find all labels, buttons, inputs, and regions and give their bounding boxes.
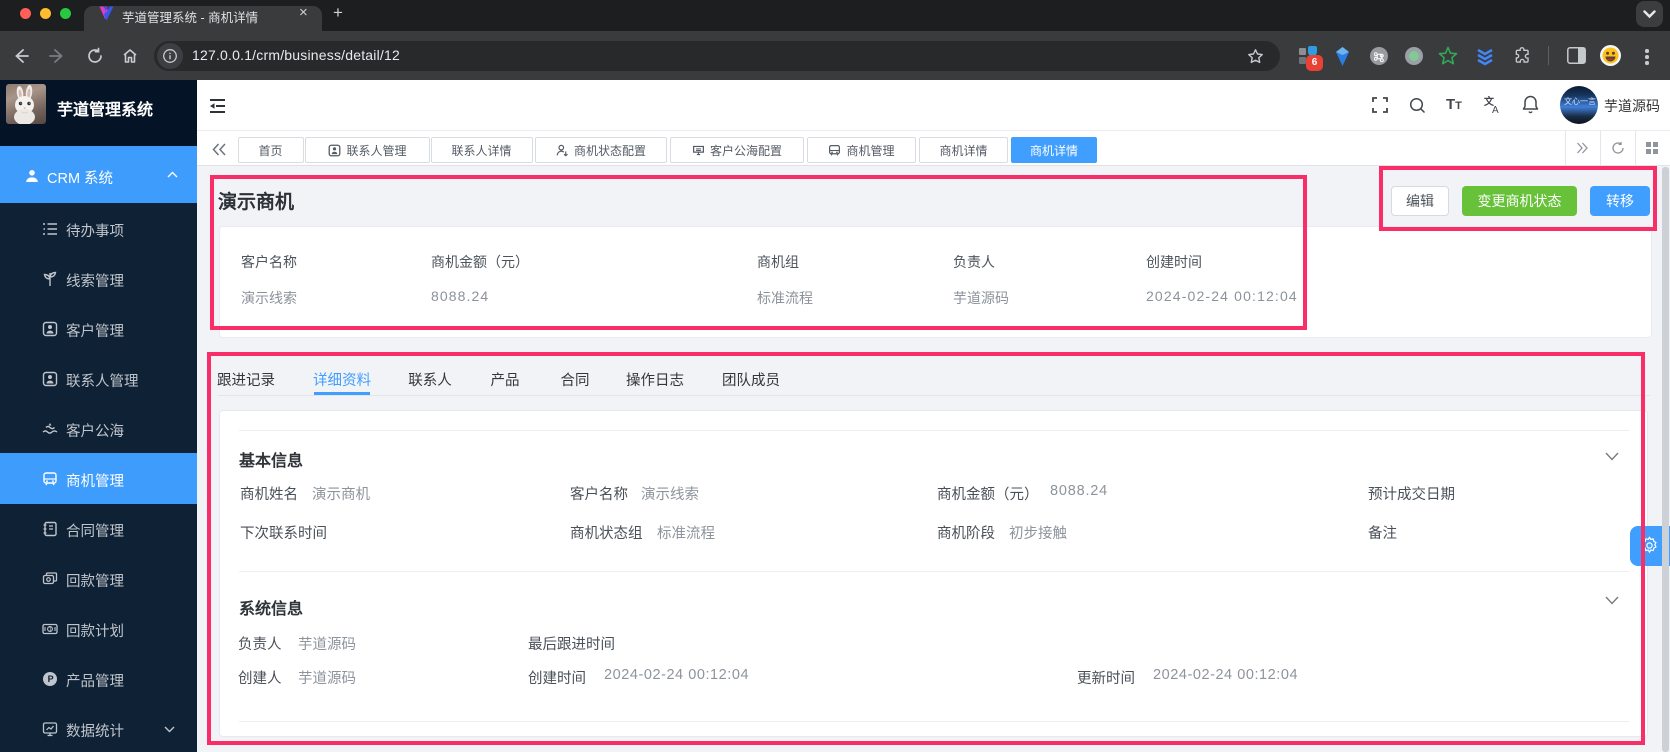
svg-text:P: P (48, 674, 54, 684)
svg-text:A: A (1492, 105, 1499, 115)
svg-text:1: 1 (49, 627, 52, 633)
